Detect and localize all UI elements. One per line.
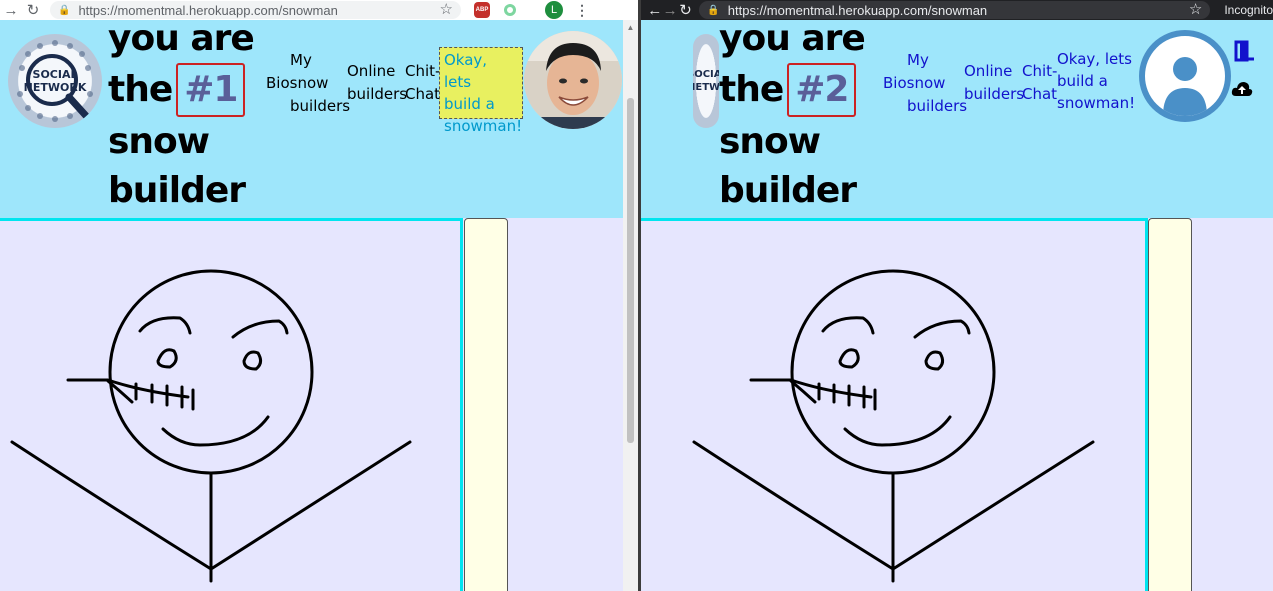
page-scrollbar[interactable]: ▲ — [623, 20, 638, 591]
nav-link-label[interactable]: Biosnow — [883, 72, 945, 94]
cta-line: build a — [1057, 72, 1108, 90]
logo-text-line: NETWORK — [693, 82, 719, 93]
incognito-label: Incognito — [1224, 3, 1273, 17]
cta-line: Okay, lets — [1057, 50, 1132, 68]
reload-icon[interactable]: ↻ — [22, 0, 44, 20]
extension-ring-icon[interactable] — [499, 0, 521, 20]
nav-link-label[interactable]: Chat — [405, 83, 440, 105]
heading-line: the — [108, 69, 173, 110]
logout-door-icon[interactable] — [1233, 40, 1255, 68]
forward-arrow-icon[interactable]: → — [0, 0, 22, 20]
rank-badge: #2 — [787, 63, 857, 117]
user-avatar[interactable] — [524, 31, 622, 129]
nav-link-label[interactable]: builders — [347, 83, 407, 105]
url-text: https://momentmal.herokuapp.com/snowman — [78, 2, 338, 18]
rank-heading: you are the #1 snow builder — [108, 20, 255, 215]
browser-window-right: ← → ↻ 🔒 https://momentmal.herokuapp.com/… — [641, 0, 1273, 591]
nav-link-label[interactable]: Chat — [1022, 83, 1057, 105]
bookmark-star-icon[interactable]: ☆ — [440, 1, 453, 19]
cloud-upload-icon[interactable] — [1231, 80, 1253, 104]
rank-badge: #1 — [176, 63, 246, 117]
heading-line: builder — [108, 170, 246, 211]
address-bar[interactable]: 🔒 https://momentmal.herokuapp.com/snowma… — [699, 1, 1211, 19]
cta-line: snowman! — [444, 117, 523, 135]
profile-avatar-button[interactable]: L — [543, 0, 565, 20]
rank-heading: you are the #2 snow builder — [719, 20, 866, 215]
default-avatar[interactable] — [1139, 30, 1231, 122]
logo-text-line: SOCIAL — [693, 69, 719, 80]
user-photo-icon — [524, 31, 622, 129]
bookmark-star-icon[interactable]: ☆ — [1189, 1, 1202, 19]
scroll-up-arrow-icon[interactable]: ▲ — [623, 20, 638, 35]
page-viewport: SOCIAL NETWORK you are the #1 snow builde… — [0, 20, 638, 591]
scrollbar-thumb[interactable] — [627, 98, 634, 443]
nav-link-label[interactable]: builders — [907, 95, 967, 117]
heading-line: the — [719, 69, 784, 110]
nav-link-label[interactable]: builders — [964, 83, 1024, 105]
site-header: SOCIAL NETWORK you are the#2 snow builde… — [641, 20, 1273, 218]
drawing-canvas[interactable] — [641, 218, 1148, 591]
lock-icon: 🔒 — [707, 4, 720, 16]
lock-icon: 🔒 — [58, 4, 71, 16]
nav-link-label[interactable]: Chit- — [1022, 60, 1057, 82]
nav-link-label[interactable]: Chit- — [405, 60, 440, 82]
nav-link-label[interactable]: builders — [290, 95, 350, 117]
social-network-logo[interactable]: SOCIAL NETWORK — [8, 34, 102, 128]
snowman-side-panel — [464, 218, 508, 591]
browser-toolbar: ← → ↻ 🔒 https://momentmal.herokuapp.com/… — [641, 0, 1273, 20]
heading-line: you are — [108, 20, 255, 59]
heading-line: snow — [108, 121, 210, 162]
cta-line: Okay, lets — [444, 51, 488, 91]
site-header: SOCIAL NETWORK you are the #1 snow builde… — [0, 20, 638, 218]
heading-line: builder — [719, 170, 857, 211]
url-text: https://momentmal.herokuapp.com/snowman — [727, 2, 988, 18]
browser-window-left: → ↻ 🔒 https://momentmal.herokuapp.com/sn… — [0, 0, 638, 591]
heading-line: you are — [719, 20, 866, 59]
cta-line: snowman! — [1057, 94, 1136, 112]
logo-text-line: NETWORK — [23, 81, 87, 94]
user-silhouette-icon — [1163, 57, 1207, 116]
back-arrow-icon[interactable]: ← — [647, 0, 662, 20]
snowman-drawing-icon — [692, 269, 1095, 583]
build-snowman-button[interactable]: Okay, lets build a snowman! — [439, 47, 523, 135]
page-viewport: SOCIAL NETWORK you are the#2 snow builde… — [641, 20, 1273, 591]
nav-link-label[interactable]: My — [290, 49, 312, 71]
social-network-logo[interactable]: SOCIAL NETWORK — [693, 34, 719, 128]
logo-text-line: SOCIAL — [32, 68, 78, 81]
reload-icon[interactable]: ↻ — [678, 0, 693, 20]
nav-link-label[interactable]: Biosnow — [266, 72, 328, 94]
drawing-canvas[interactable] — [0, 218, 463, 591]
nav-link-label[interactable]: Online — [347, 60, 395, 82]
nav-link-label[interactable]: Online — [964, 60, 1012, 82]
forward-arrow-icon[interactable]: → — [662, 0, 678, 20]
heading-line: snow — [719, 121, 821, 162]
adblock-extension-icon[interactable]: ABP — [471, 0, 493, 20]
address-bar[interactable]: 🔒 https://momentmal.herokuapp.com/snowma… — [50, 1, 461, 19]
browser-menu-icon[interactable]: ⋮ — [571, 0, 593, 20]
nav-link-label[interactable]: My — [907, 49, 929, 71]
snowman-drawing-icon — [10, 269, 412, 583]
snow-building-area — [641, 218, 1273, 591]
build-snowman-button[interactable]: Okay, lets build a snowman! — [1057, 48, 1135, 114]
snow-building-area — [0, 218, 638, 591]
snowman-side-panel — [1148, 218, 1192, 591]
browser-toolbar: → ↻ 🔒 https://momentmal.herokuapp.com/sn… — [0, 0, 638, 20]
cta-line: build a — [444, 95, 495, 113]
